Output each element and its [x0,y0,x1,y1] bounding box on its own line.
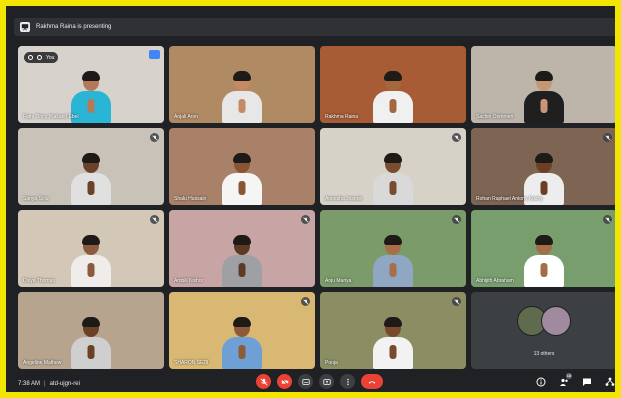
pin-icon[interactable] [149,50,160,59]
participant-figure [70,317,112,369]
chat-icon [582,378,591,386]
avatar [541,306,571,336]
bottom-toolbar: 7:38 AM | atd-ujgn-rei 18 [12,370,615,392]
participant-name: Anjali Aron [174,114,198,120]
participant-figure [523,235,565,287]
present-now-button[interactable] [319,374,334,389]
presentation-banner[interactable]: Rakhma Raina is presenting [14,18,615,36]
participant-tile[interactable]: Abhijith Abraham [471,210,615,287]
meeting-time: 7:38 AM [18,381,41,387]
cam-off-icon [280,377,289,386]
participant-figure [221,71,263,123]
participant-tile[interactable]: Ambili Kishor [169,210,315,287]
participant-figure [523,71,565,123]
more-icon [346,378,349,385]
muted-mic-icon [150,133,159,142]
participant-name: Sachin Oommen [476,114,514,120]
participant-name: Angeline Mathew [23,360,62,366]
participant-figure [70,235,112,287]
participant-figure [372,71,414,123]
captions-button[interactable] [298,374,313,389]
muted-mic-icon [603,215,612,224]
camera-toggle-button[interactable] [277,374,292,389]
participant-tile[interactable]: Sanya Soju [18,128,164,205]
present-icon [322,378,331,385]
participant-tile[interactable]: Angeline Mathew [18,292,164,369]
participant-tile[interactable]: Divya Thomas [18,210,164,287]
self-view-controls[interactable]: You [24,52,59,63]
people-button[interactable]: 18 [558,373,572,387]
participant-figure [372,235,414,287]
participant-name: Divya Thomas [23,278,55,284]
participant-tile[interactable]: Rohan Raphael Antony Koshy [471,128,615,205]
presentation-icon [20,22,30,32]
participant-name: Ambili Kishor [174,278,204,284]
muted-mic-icon [301,215,310,224]
participant-tile[interactable]: Shalu Hussain [169,128,315,205]
separator: | [44,381,46,387]
participant-name: Aneesha Joseph [325,196,363,202]
participant-count-badge: 18 [566,373,572,379]
participant-grid: Fairy Tincy (Kakani) Ebel You Anjali Aron R… [18,46,615,369]
participant-name: Pooja [325,360,338,366]
participant-name: SHARON SEDI [174,360,209,366]
participant-tile[interactable]: Sachin Oommen [471,46,615,123]
muted-mic-icon [603,133,612,142]
participant-tile[interactable]: Aneesha Joseph [320,128,466,205]
mic-off-icon [260,378,267,385]
participant-name: Rohan Raphael Antony Koshy [476,196,543,202]
others-tile[interactable]: 13 others [471,292,615,369]
info-icon [536,377,545,386]
leave-call-button[interactable] [361,374,383,389]
muted-mic-icon [452,133,461,142]
meeting-window: Rakhma Raina is presenting Fairy Tincy (… [0,0,621,398]
participant-figure [221,153,263,205]
participant-tile[interactable]: Rakhma Raina [320,46,466,123]
participant-name: Shalu Hussain [174,196,207,202]
participant-name: Abhijith Abraham [476,278,514,284]
side-panel-controls: 18 [535,373,615,387]
participant-figure [221,317,263,369]
activities-button[interactable] [604,376,615,387]
participant-name: Rakhma Raina [325,114,359,120]
participant-tile[interactable]: SHARON SEDI [169,292,315,369]
muted-mic-icon [452,215,461,224]
others-count-label: 13 others [533,351,555,357]
participant-name: Fairy Tincy (Kakani) Ebel [23,114,79,120]
mic-icon[interactable] [28,55,33,60]
call-controls [256,374,383,389]
captions-icon [301,378,310,385]
participant-figure [372,317,414,369]
participant-figure [372,153,414,205]
you-label: You [46,54,55,61]
meeting-details-button[interactable] [535,376,546,387]
activities-icon [605,377,614,386]
participant-figure [221,235,263,287]
participant-name: Sanya Soju [23,196,49,202]
participant-tile[interactable]: Pooja [320,292,466,369]
participant-name: Anju Mariya [325,278,352,284]
muted-mic-icon [452,297,461,306]
self-video-tile[interactable]: Fairy Tincy (Kakani) Ebel You [18,46,164,123]
participant-tile[interactable]: Anjali Aron [169,46,315,123]
more-options-button[interactable] [340,374,355,389]
chat-button[interactable] [581,376,592,387]
meeting-code[interactable]: atd-ujgn-rei [50,381,80,387]
participant-tile[interactable]: Anju Mariya [320,210,466,287]
muted-mic-icon [150,215,159,224]
participant-figure [70,153,112,205]
muted-mic-icon [301,297,310,306]
minimize-icon[interactable] [37,55,42,60]
mic-toggle-button[interactable] [256,374,271,389]
hangup-icon [368,380,376,384]
presenting-label: Rakhma Raina is presenting [36,24,112,30]
